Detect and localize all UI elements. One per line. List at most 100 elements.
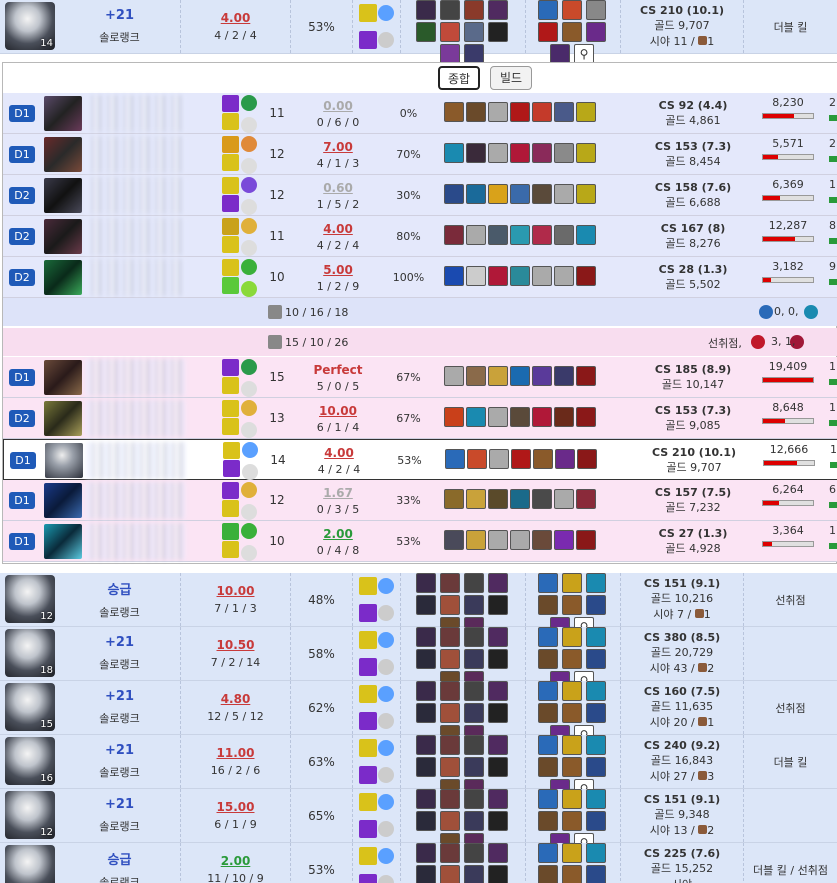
player-name-blurred[interactable] <box>85 95 185 132</box>
player-row[interactable]: D2 13 10.00 6 / 1 / 4 67% CS 153 (7.3) 골드 … <box>3 398 837 439</box>
item-icon[interactable] <box>510 225 530 245</box>
item-icon[interactable] <box>562 0 582 20</box>
item-icon[interactable] <box>577 449 597 469</box>
participant-icon[interactable] <box>440 0 460 20</box>
item-icon[interactable] <box>586 0 606 20</box>
item-icon[interactable] <box>576 102 596 122</box>
participant-icon[interactable] <box>416 649 436 669</box>
champion-icon[interactable] <box>44 360 82 395</box>
player-row-self[interactable]: D1 14 4.00 4 / 2 / 4 53% CS 210 (10.1) 골드 … <box>3 439 837 480</box>
item-icon[interactable] <box>554 102 574 122</box>
participant-icon[interactable] <box>488 627 508 647</box>
item-icon[interactable] <box>538 703 558 723</box>
participant-icon[interactable] <box>464 757 484 777</box>
item-icon[interactable] <box>532 143 552 163</box>
item-icon[interactable] <box>586 757 606 777</box>
search-icon[interactable]: ⚲ <box>574 44 594 64</box>
player-name-blurred[interactable] <box>85 259 185 296</box>
item-icon[interactable] <box>562 649 582 669</box>
item-icon[interactable] <box>488 184 508 204</box>
item-icon[interactable] <box>510 102 530 122</box>
item-icon[interactable] <box>554 143 574 163</box>
player-row[interactable]: D1 15 Perfect 5 / 0 / 5 67% CS 185 (8.9) 골… <box>3 357 837 398</box>
participant-icon[interactable] <box>488 735 508 755</box>
item-icon[interactable] <box>532 407 552 427</box>
participant-icon[interactable] <box>488 681 508 701</box>
participant-icon[interactable] <box>440 789 460 809</box>
participant-icon[interactable] <box>464 843 484 863</box>
item-icon[interactable] <box>586 595 606 615</box>
champion-icon[interactable] <box>44 260 82 295</box>
item-icon[interactable] <box>444 143 464 163</box>
item-icon[interactable] <box>555 449 575 469</box>
item-icon[interactable] <box>488 366 508 386</box>
participant-icon[interactable] <box>464 627 484 647</box>
player-name-blurred[interactable] <box>86 442 186 479</box>
match-summary-row[interactable]: 15 +21 솔로랭크 4.80 12 / 5 / 12 62% CS 160 … <box>0 681 837 745</box>
item-icon[interactable] <box>538 649 558 669</box>
player-row[interactable]: D1 12 7.00 4 / 1 / 3 70% CS 153 (7.3) 골드 8… <box>3 134 837 175</box>
item-icon[interactable] <box>444 225 464 245</box>
item-icon[interactable] <box>444 266 464 286</box>
participant-icon[interactable] <box>416 22 436 42</box>
item-icon[interactable] <box>538 811 558 831</box>
item-icon[interactable] <box>511 449 531 469</box>
match-summary-row[interactable]: 16 +21 솔로랭크 11.00 16 / 2 / 6 63% CS 240 … <box>0 735 837 799</box>
item-icon[interactable] <box>562 573 582 593</box>
participant-icon[interactable] <box>464 789 484 809</box>
participant-icon[interactable] <box>440 573 460 593</box>
participant-icon[interactable] <box>488 843 508 863</box>
participant-icon[interactable] <box>416 0 436 20</box>
item-icon[interactable] <box>586 843 606 863</box>
item-icon[interactable] <box>554 184 574 204</box>
item-icon[interactable] <box>466 366 486 386</box>
participant-icon[interactable] <box>440 681 460 701</box>
item-icon[interactable] <box>562 811 582 831</box>
item-icon[interactable] <box>510 266 530 286</box>
item-icon[interactable] <box>538 735 558 755</box>
item-icon[interactable] <box>444 102 464 122</box>
item-icon[interactable] <box>533 449 553 469</box>
participant-icon[interactable] <box>488 22 508 42</box>
item-icon[interactable] <box>467 449 487 469</box>
tab-summary[interactable]: 종합 <box>438 66 480 90</box>
champion-icon[interactable] <box>45 443 83 478</box>
match-summary-row[interactable]: 12 승급 솔로랭크 10.00 7 / 1 / 3 48% CS 151 (9… <box>0 573 837 637</box>
item-icon[interactable] <box>538 22 558 42</box>
player-name-blurred[interactable] <box>85 136 185 173</box>
item-icon[interactable] <box>586 703 606 723</box>
item-icon[interactable] <box>562 789 582 809</box>
player-name-blurred[interactable] <box>85 359 185 396</box>
item-icon[interactable] <box>488 530 508 550</box>
item-icon[interactable] <box>562 757 582 777</box>
item-icon[interactable] <box>444 489 464 509</box>
participant-icon[interactable] <box>440 735 460 755</box>
item-icon[interactable] <box>538 0 558 20</box>
participant-icon[interactable] <box>416 681 436 701</box>
item-icon[interactable] <box>488 407 508 427</box>
participant-icon[interactable] <box>440 703 460 723</box>
participant-icon[interactable] <box>416 573 436 593</box>
item-icon[interactable] <box>586 735 606 755</box>
item-icon[interactable] <box>510 530 530 550</box>
participant-icon[interactable] <box>488 789 508 809</box>
participant-icon[interactable] <box>464 44 484 64</box>
match-summary-row[interactable]: 14 +21 솔로랭크 4.00 4 / 2 / 4 53% ⚲ CS 210 … <box>0 0 837 64</box>
item-icon[interactable] <box>538 573 558 593</box>
player-name-blurred[interactable] <box>85 523 185 560</box>
participant-icon[interactable] <box>416 627 436 647</box>
participant-icon[interactable] <box>440 757 460 777</box>
participant-icon[interactable] <box>464 595 484 615</box>
item-icon[interactable] <box>554 366 574 386</box>
player-row[interactable]: D1 11 0.00 0 / 6 / 0 0% CS 92 (4.4) 골드 4,8… <box>3 93 837 134</box>
participant-icon[interactable] <box>488 595 508 615</box>
item-icon[interactable] <box>576 143 596 163</box>
item-icon[interactable] <box>532 530 552 550</box>
champion-icon[interactable] <box>44 524 82 559</box>
item-icon[interactable] <box>466 143 486 163</box>
participant-icon[interactable] <box>416 595 436 615</box>
item-icon[interactable] <box>488 102 508 122</box>
item-icon[interactable] <box>554 489 574 509</box>
participant-icon[interactable] <box>464 22 484 42</box>
item-icon[interactable] <box>586 22 606 42</box>
